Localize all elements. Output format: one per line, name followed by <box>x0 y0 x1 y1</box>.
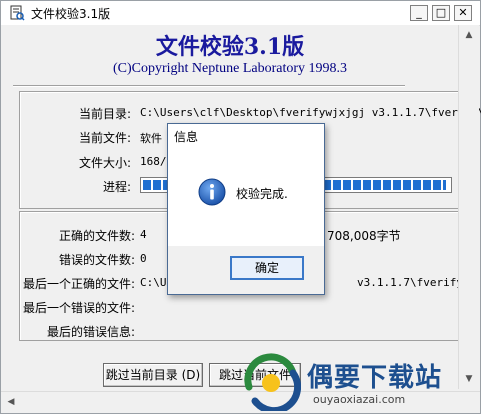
window-title: 文件校验3.1版 <box>31 7 111 21</box>
app-heading: 文件校验3.1版 <box>155 34 305 60</box>
correct-count-value: 4 <box>140 228 147 241</box>
horizontal-scrollbar[interactable]: ◀ <box>1 391 480 412</box>
vertical-scrollbar[interactable]: ▲ ▼ <box>458 25 479 389</box>
close-button[interactable]: ✕ <box>454 5 472 21</box>
last-correct-label: 最后一个正确的文件: <box>23 277 136 291</box>
file-size-label: 文件大小: <box>79 156 132 170</box>
dialog-title-bar[interactable]: 信息 <box>168 124 324 147</box>
last-correct-value: C:\U <box>140 276 167 289</box>
header-divider <box>13 85 405 87</box>
file-size-value: 168/ <box>140 155 167 168</box>
minimize-button[interactable]: _ <box>410 5 428 21</box>
title-bar[interactable]: 文件校验3.1版 _ □ ✕ <box>1 1 480 26</box>
dialog-message: 校验完成. <box>236 187 288 201</box>
skip-dir-button[interactable]: 跳过当前目录 (D) <box>103 363 203 387</box>
error-count-value: 0 <box>140 252 147 265</box>
last-correct-value-tail: v3.1.1.7\fverify\ <box>357 276 470 289</box>
ok-button[interactable]: 确定 <box>230 256 304 280</box>
current-file-label: 当前文件: <box>79 131 132 145</box>
scroll-up-icon[interactable]: ▲ <box>461 27 477 43</box>
app-icon <box>10 5 25 21</box>
current-dir-value: C:\Users\clf\Desktop\fverifywjxjgj v3.1.… <box>140 106 481 119</box>
current-file-value: 软件 <box>140 132 162 145</box>
main-window: 文件校验3.1版 _ □ ✕ 文件校验3.1版 (C)Copyright Nep… <box>0 0 481 414</box>
current-dir-label: 当前目录: <box>79 107 132 121</box>
copyright-text: (C)Copyright Neptune Laboratory 1998.3 <box>112 61 348 76</box>
dialog-title: 信息 <box>174 130 199 144</box>
total-bytes-value: 708,008字节 <box>327 229 401 243</box>
info-icon <box>198 178 226 206</box>
last-error-label: 最后一个错误的文件: <box>23 301 136 315</box>
info-dialog: 信息 校验完成. 确定 <box>167 123 325 295</box>
correct-count-label: 正确的文件数: <box>59 229 136 243</box>
scroll-left-icon[interactable]: ◀ <box>3 394 19 410</box>
error-count-label: 错误的文件数: <box>59 253 136 267</box>
maximize-button[interactable]: □ <box>432 5 450 21</box>
scroll-down-icon[interactable]: ▼ <box>461 371 477 387</box>
last-error-info-label: 最后的错误信息: <box>47 325 136 339</box>
progress-label: 进程: <box>103 180 132 194</box>
skip-file-button[interactable]: 跳过当前文件 <box>209 363 301 387</box>
